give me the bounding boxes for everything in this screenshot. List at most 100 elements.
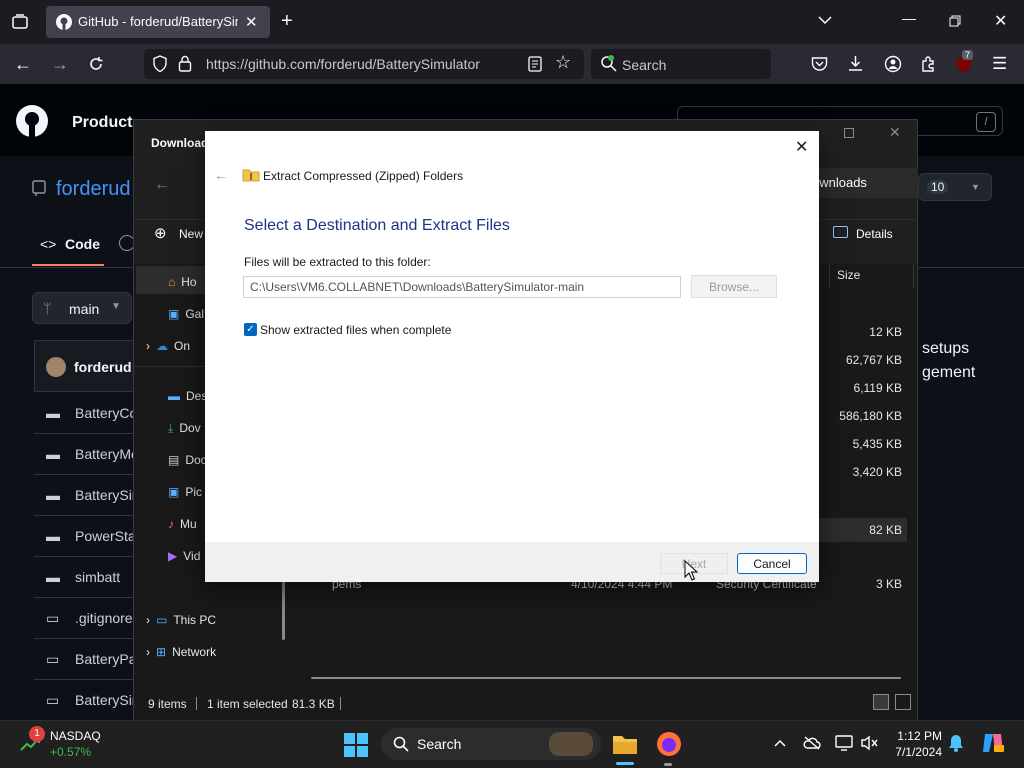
table-row[interactable]: ▬ simbatt	[34, 557, 144, 598]
explorer-maximize-icon[interactable]	[844, 128, 854, 138]
sidebar-item-onedrive[interactable]: › ☁ On	[146, 332, 190, 360]
watch-counter[interactable]: 10 ▼	[918, 173, 992, 201]
expand-chevron-icon[interactable]: ›	[146, 339, 150, 353]
dialog-footer: Next Cancel	[205, 542, 819, 582]
details-pane-icon[interactable]	[833, 226, 848, 238]
new-button[interactable]: New	[179, 227, 203, 241]
minimize-icon[interactable]: —	[902, 10, 916, 26]
repo-owner-link[interactable]: forderud	[56, 178, 131, 201]
sidebar-item-videos[interactable]: ▶ Vid	[168, 542, 200, 570]
folder-icon: ▬	[46, 528, 60, 544]
file-size: 3,420 KB	[852, 465, 902, 479]
clock-date[interactable]: 7/1/2024	[884, 745, 942, 759]
copilot-icon[interactable]	[981, 732, 1005, 754]
clock-time[interactable]: 1:12 PM	[890, 729, 942, 743]
table-row[interactable]: ▬ PowerStat	[34, 516, 144, 557]
sidebar-item-pictures[interactable]: ▣ Pic	[168, 478, 202, 506]
file-name[interactable]: BatterySin	[75, 487, 140, 503]
table-row[interactable]: ▬ BatteryCo	[34, 393, 144, 434]
volume-muted-icon[interactable]	[860, 735, 878, 751]
table-row[interactable]: ▭ BatteryPa	[34, 639, 144, 680]
taskbar-search[interactable]: Search	[381, 728, 601, 760]
explorer-back-icon[interactable]: ←	[154, 176, 170, 194]
horizontal-scrollbar[interactable]	[311, 677, 901, 679]
url-text[interactable]: https://github.com/forderud/BatterySimul…	[206, 56, 480, 72]
address-bar[interactable]: https://github.com/forderud/BatterySimul…	[144, 49, 584, 79]
app-menu-icon[interactable]: ☰	[992, 54, 1007, 74]
breadcrumb[interactable]: ownloads	[812, 175, 867, 190]
bookmark-star-icon[interactable]: ☆	[555, 52, 571, 73]
destination-path-input[interactable]	[243, 276, 681, 298]
dialog-close-icon[interactable]: ✕	[795, 137, 808, 157]
expand-chevron-icon[interactable]: ›	[146, 613, 150, 627]
table-row[interactable]: ▭ BatterySin	[34, 680, 144, 721]
show-files-label[interactable]: Show extracted files when complete	[260, 323, 451, 337]
nav-product[interactable]: Product	[72, 114, 132, 132]
size-column-header[interactable]: Size	[829, 264, 914, 288]
browse-button[interactable]: Browse...	[691, 275, 777, 298]
reload-icon[interactable]	[87, 55, 105, 73]
sidebar-item-network[interactable]: › ⊞ Network	[146, 638, 216, 666]
sidebar-item-downloads[interactable]: ⤓ Dov	[168, 414, 201, 442]
expand-chevron-icon[interactable]: ›	[146, 645, 150, 659]
table-row[interactable]: ▭ .gitignore	[34, 598, 144, 639]
file-name[interactable]: BatterySin	[75, 692, 140, 708]
explorer-address-bar[interactable]: ownloads	[806, 168, 918, 198]
file-name[interactable]: BatteryMo	[75, 446, 139, 462]
close-tab-icon[interactable]: ✕	[245, 13, 258, 31]
tab-overflow-chevron-icon[interactable]	[817, 12, 833, 28]
new-icon[interactable]: ⊕	[154, 224, 167, 242]
browser-tab[interactable]: GitHub - forderud/BatterySimu ✕	[46, 6, 270, 38]
table-row[interactable]: ▬ BatteryMo	[34, 434, 144, 475]
account-icon[interactable]	[884, 55, 902, 73]
sidebar-item-this-pc[interactable]: › ▭ This PC	[146, 606, 216, 634]
explorer-close-icon[interactable]: ✕	[889, 124, 901, 141]
back-icon[interactable]: ←	[14, 54, 32, 75]
pocket-icon[interactable]	[811, 56, 828, 72]
reader-view-icon[interactable]	[528, 56, 542, 72]
sidebar-item-documents[interactable]: ▤ Doc	[168, 446, 207, 474]
details-view-icon[interactable]	[873, 694, 889, 710]
file-name[interactable]: PowerStat	[75, 528, 140, 544]
zip-folder-icon	[242, 168, 260, 182]
restore-icon[interactable]	[949, 15, 961, 27]
show-files-checkbox[interactable]: ✓	[244, 323, 257, 336]
tiles-view-icon[interactable]	[895, 694, 911, 710]
start-icon[interactable]	[344, 733, 368, 757]
dialog-back-icon[interactable]: ←	[214, 167, 228, 183]
tab-code[interactable]: Code	[65, 236, 100, 252]
new-tab-icon[interactable]: +	[281, 10, 293, 33]
file-name[interactable]: BatteryPa	[75, 651, 136, 667]
tray-chevron-icon[interactable]	[773, 736, 787, 750]
extensions-icon[interactable]	[920, 55, 938, 73]
sidebar-item-home[interactable]: ⌂ Ho	[168, 268, 197, 296]
table-row[interactable]: ▬ BatterySin	[34, 475, 144, 516]
branch-selector[interactable]: ᛘ main ▼	[32, 292, 132, 324]
forward-icon[interactable]: →	[51, 54, 69, 75]
file-name[interactable]: .gitignore	[75, 610, 133, 626]
code-tab-underline	[32, 264, 104, 266]
sidebar-item-gallery[interactable]: ▣ Gal	[168, 300, 204, 328]
close-window-icon[interactable]: ✕	[994, 11, 1007, 31]
selected-row-highlight[interactable]: 82 KB	[819, 518, 907, 542]
shield-icon[interactable]	[152, 55, 168, 73]
file-name[interactable]: BatteryCo	[75, 405, 137, 421]
lock-icon[interactable]	[178, 55, 192, 72]
ticker-name[interactable]: NASDAQ	[50, 729, 101, 743]
cloud-icon[interactable]	[803, 736, 821, 750]
commit-author[interactable]: forderud	[74, 359, 132, 375]
cancel-button[interactable]: Cancel	[737, 553, 807, 574]
sidebar-item-desktop[interactable]: ▬ Des	[168, 382, 207, 410]
file-name[interactable]: simbatt	[75, 569, 120, 585]
details-button[interactable]: Details	[856, 227, 893, 241]
sidebar-item-music[interactable]: ♪ Mu	[168, 510, 197, 538]
downloads-icon[interactable]	[847, 55, 864, 72]
file-explorer-taskbar-icon[interactable]	[611, 730, 639, 758]
desktop-icon: ▬	[168, 389, 180, 403]
notification-bell-icon[interactable]	[948, 734, 964, 752]
display-icon[interactable]	[835, 735, 853, 751]
search-bar[interactable]: Search	[591, 49, 771, 79]
github-logo-icon[interactable]	[16, 105, 48, 137]
firefox-icon[interactable]	[656, 731, 682, 757]
tab-list-icon[interactable]	[10, 12, 30, 32]
